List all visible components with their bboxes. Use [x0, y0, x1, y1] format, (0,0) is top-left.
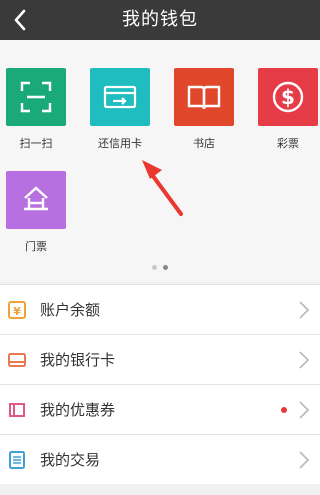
- app-tile-credit-card: [90, 68, 150, 126]
- app-label: 还信用卡: [98, 137, 142, 150]
- book-icon: [187, 85, 221, 110]
- balance-icon: ¥: [8, 301, 26, 319]
- app-tile-ticket: [6, 171, 66, 229]
- chevron-right-icon: [299, 401, 310, 419]
- app-lottery[interactable]: $ 彩票: [252, 68, 320, 151]
- credit-card-repay-icon: [103, 85, 137, 109]
- menu-item-label: 我的优惠券: [40, 401, 116, 419]
- app-tile-lottery: $: [258, 68, 318, 126]
- app-label: 书店: [193, 137, 215, 150]
- app-label: 彩票: [277, 137, 299, 150]
- coupon-icon: [9, 403, 25, 417]
- lottery-dollar-icon: $: [272, 81, 304, 113]
- svg-text:$: $: [281, 85, 295, 109]
- menu-item-coupons[interactable]: 我的优惠券: [0, 384, 320, 434]
- menu-item-label: 我的银行卡: [40, 351, 116, 369]
- wallet-menu: ¥ 账户余额 我的银行卡 我的优惠券 我的交易: [0, 284, 320, 484]
- ticket-gate-icon: [24, 186, 48, 211]
- chevron-right-icon: [299, 301, 310, 319]
- app-scan[interactable]: 扫一扫: [0, 68, 72, 151]
- page-dot[interactable]: [152, 265, 157, 270]
- menu-item-label: 我的交易: [40, 451, 101, 469]
- page-dot-active[interactable]: [163, 265, 168, 270]
- menu-item-account-balance[interactable]: ¥ 账户余额: [0, 284, 320, 334]
- apps-panel: 扫一扫 还信用卡 书店 $ 彩票 门票: [0, 40, 320, 282]
- scan-icon: [20, 81, 52, 113]
- app-tile-bookstore: [174, 68, 234, 126]
- menu-item-bank-cards[interactable]: 我的银行卡: [0, 334, 320, 384]
- menu-item-label: 账户余额: [40, 301, 101, 319]
- page-indicator[interactable]: [0, 265, 320, 270]
- app-header: 我的钱包: [0, 0, 320, 40]
- chevron-right-icon: [299, 451, 310, 469]
- app-tile-scan: [6, 68, 66, 126]
- app-credit-card-repay[interactable]: 还信用卡: [84, 68, 156, 151]
- transaction-icon: [9, 451, 25, 469]
- app-label: 扫一扫: [19, 137, 53, 150]
- page-title: 我的钱包: [122, 9, 198, 30]
- app-ticket[interactable]: 门票: [0, 171, 72, 254]
- svg-text:¥: ¥: [13, 305, 21, 318]
- bank-card-icon: [8, 353, 26, 367]
- app-label: 门票: [25, 240, 47, 253]
- notification-dot: [281, 407, 287, 413]
- chevron-right-icon: [299, 351, 310, 369]
- menu-item-transactions[interactable]: 我的交易: [0, 434, 320, 484]
- app-bookstore[interactable]: 书店: [168, 68, 240, 151]
